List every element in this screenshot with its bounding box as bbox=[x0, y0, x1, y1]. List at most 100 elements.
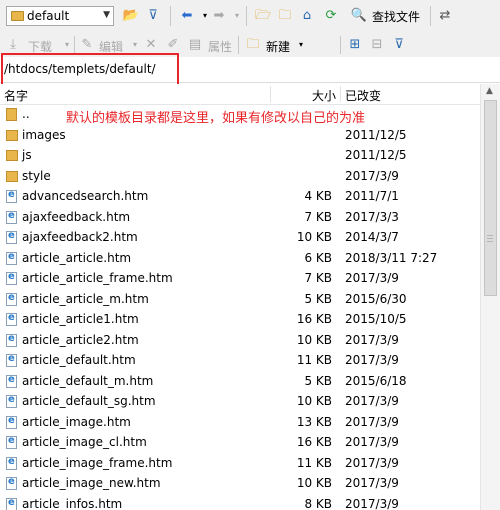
download-icon: ⤓ bbox=[10, 37, 16, 52]
file-name: article_default_sg.htm bbox=[22, 394, 156, 408]
properties-icon: ▤ bbox=[188, 37, 202, 52]
file-modified: 2017/3/9 bbox=[345, 455, 399, 470]
file-modified: 2015/6/18 bbox=[345, 373, 407, 388]
html-file-icon bbox=[6, 312, 17, 326]
forward-arrow-icon[interactable]: ➡ bbox=[210, 7, 228, 25]
file-modified: 2015/10/5 bbox=[345, 312, 407, 326]
back-arrow-icon[interactable]: ⬅ bbox=[178, 7, 196, 25]
file-name: article_article_frame.htm bbox=[22, 271, 173, 285]
scrollbar-thumb[interactable] bbox=[484, 100, 497, 296]
file-row[interactable]: article_image_cl.htm 16 KB 2017/3/9 bbox=[0, 432, 480, 453]
file-name: .. bbox=[22, 107, 30, 121]
file-modified: 2017/3/9 bbox=[345, 168, 399, 183]
file-row[interactable]: article_article1.htm 16 KB 2015/10/5 bbox=[0, 309, 480, 330]
filter-select-icon[interactable]: ⊽ bbox=[390, 36, 408, 54]
file-row[interactable]: ajaxfeedback.htm 7 KB 2017/3/3 bbox=[0, 207, 480, 228]
file-modified: 2018/3/11 7:27 bbox=[345, 250, 438, 265]
column-size[interactable]: 大小 bbox=[312, 87, 336, 104]
forward-dropdown-icon[interactable]: ▾ bbox=[228, 7, 246, 25]
file-name: article_article1.htm bbox=[22, 312, 139, 326]
file-name: article_image_new.htm bbox=[22, 476, 161, 490]
html-file-icon bbox=[6, 230, 17, 244]
toolbar-divider bbox=[170, 6, 171, 26]
column-header: 名字 大小 已改变 bbox=[0, 84, 480, 105]
chevron-down-icon: ▼ bbox=[103, 10, 110, 20]
file-row[interactable]: article_article_m.htm 5 KB 2015/6/30 bbox=[0, 289, 480, 310]
file-modified: 2017/3/9 bbox=[345, 414, 399, 429]
file-size: 7 KB bbox=[304, 271, 332, 285]
file-row[interactable]: article_default.htm 11 KB 2017/3/9 bbox=[0, 350, 480, 371]
column-modified[interactable]: 已改变 bbox=[345, 87, 381, 104]
file-row[interactable]: .. 默认的模板目录都是这里，如果有修改以自己的为准 bbox=[0, 104, 480, 126]
file-name: article_image.htm bbox=[22, 414, 131, 429]
file-row[interactable]: images 2011/12/5 bbox=[0, 125, 480, 146]
html-file-icon bbox=[6, 497, 17, 510]
file-modified: 2011/12/5 bbox=[345, 148, 407, 162]
home-icon[interactable]: ⌂ bbox=[298, 7, 316, 25]
file-row[interactable]: ajaxfeedback2.htm 10 KB 2014/3/7 bbox=[0, 227, 480, 248]
file-modified: 2017/3/9 bbox=[345, 271, 399, 285]
column-name[interactable]: 名字 bbox=[4, 87, 28, 104]
file-row[interactable]: js 2011/12/5 bbox=[0, 145, 480, 166]
scroll-up-icon[interactable]: ▲ bbox=[486, 86, 493, 96]
new-folder-icon: 🗀 bbox=[246, 37, 260, 52]
file-modified: 2014/3/7 bbox=[345, 230, 399, 244]
file-row[interactable]: article_image_frame.htm 11 KB 2017/3/9 bbox=[0, 453, 480, 474]
html-file-icon bbox=[6, 456, 17, 470]
folder-combo[interactable]: default ▼ bbox=[6, 6, 114, 26]
find-files-icon[interactable]: 🔍 bbox=[350, 7, 368, 25]
file-modified: 2017/3/9 bbox=[345, 394, 399, 408]
file-row[interactable]: article_infos.htm 8 KB 2017/3/9 bbox=[0, 494, 480, 510]
html-file-icon bbox=[6, 476, 17, 490]
file-row[interactable]: article_article.htm 6 KB 2018/3/11 7:27 bbox=[0, 248, 480, 269]
vertical-scrollbar[interactable]: ▲ ― ― ― bbox=[480, 84, 500, 510]
select-all-icon[interactable]: ⊞ bbox=[346, 36, 364, 54]
file-name: article_image_frame.htm bbox=[22, 455, 173, 470]
column-divider[interactable] bbox=[340, 86, 341, 102]
file-row[interactable]: article_default_m.htm 5 KB 2015/6/18 bbox=[0, 371, 480, 392]
file-size: 16 KB bbox=[296, 435, 332, 449]
properties-button[interactable]: 属性 bbox=[208, 38, 232, 55]
file-modified: 2015/6/30 bbox=[345, 291, 407, 306]
folder-combo-value: default bbox=[27, 9, 70, 23]
file-modified: 2017/3/9 bbox=[345, 353, 399, 367]
root-folder-icon[interactable]: 🗀 bbox=[276, 7, 294, 25]
file-size: 11 KB bbox=[296, 455, 332, 470]
html-file-icon bbox=[6, 210, 17, 224]
file-name: article_image_cl.htm bbox=[22, 435, 147, 449]
folder-icon bbox=[6, 129, 18, 141]
refresh-icon[interactable]: ⟳ bbox=[322, 7, 340, 25]
new-dropdown-icon[interactable]: ▾ bbox=[292, 36, 310, 54]
file-size: 8 KB bbox=[304, 496, 332, 510]
file-row[interactable]: article_image_new.htm 10 KB 2017/3/9 bbox=[0, 473, 480, 494]
rename-icon[interactable]: ✐ bbox=[164, 36, 182, 54]
file-row[interactable]: article_default_sg.htm 10 KB 2017/3/9 bbox=[0, 391, 480, 412]
file-name: article_article2.htm bbox=[22, 332, 139, 347]
open-folder-icon[interactable]: 📂 bbox=[122, 7, 140, 25]
new-button[interactable]: 新建 bbox=[266, 38, 290, 55]
file-size: 16 KB bbox=[296, 312, 332, 326]
find-files-button[interactable]: 查找文件 bbox=[372, 8, 420, 25]
html-file-icon bbox=[6, 251, 17, 265]
filter-icon[interactable]: ⊽ bbox=[144, 7, 162, 25]
deselect-icon[interactable]: ⊟ bbox=[368, 36, 386, 54]
file-row[interactable]: article_article2.htm 10 KB 2017/3/9 bbox=[0, 330, 480, 351]
toggle-panel-icon[interactable]: ⇄ bbox=[436, 7, 454, 25]
file-name: js bbox=[22, 148, 32, 162]
file-name: article_article_m.htm bbox=[22, 291, 149, 306]
html-file-icon bbox=[6, 333, 17, 347]
annotation-text: 默认的模板目录都是这里，如果有修改以自己的为准 bbox=[66, 111, 366, 126]
file-list[interactable]: .. 默认的模板目录都是这里，如果有修改以自己的为准 images 2011/12/5… bbox=[0, 104, 480, 510]
file-row[interactable]: article_image.htm 13 KB 2017/3/9 bbox=[0, 412, 480, 433]
parent-folder-icon[interactable]: 🗁 bbox=[254, 7, 272, 25]
file-row[interactable]: advancedsearch.htm 4 KB 2011/7/1 bbox=[0, 186, 480, 207]
file-row[interactable]: style 2017/3/9 bbox=[0, 166, 480, 187]
delete-icon[interactable]: ✕ bbox=[142, 36, 160, 54]
html-file-icon bbox=[6, 435, 17, 449]
column-divider[interactable] bbox=[270, 86, 271, 102]
toolbar-divider bbox=[430, 6, 431, 26]
folder-icon bbox=[11, 11, 24, 21]
file-modified: 2017/3/9 bbox=[345, 435, 399, 449]
file-name: ajaxfeedback.htm bbox=[22, 209, 131, 224]
file-row[interactable]: article_article_frame.htm 7 KB 2017/3/9 bbox=[0, 268, 480, 289]
